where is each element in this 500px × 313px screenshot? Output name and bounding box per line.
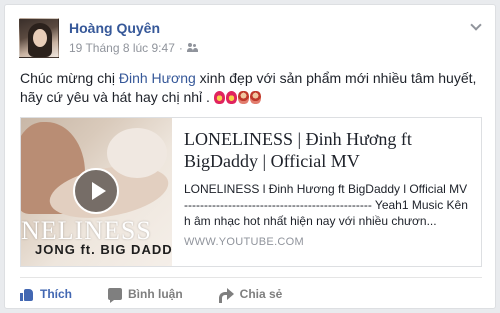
friends-icon[interactable] (186, 43, 199, 53)
chevron-down-icon[interactable] (471, 21, 481, 31)
heart-icon (213, 91, 225, 104)
link-preview-card[interactable]: NELINESS JONG ft. BIG DADDY LONELINESS |… (20, 117, 482, 267)
play-icon[interactable] (73, 168, 119, 214)
comment-label: Bình luận (128, 286, 183, 301)
link-text: LONELINESS | Đinh Hương ft BigDaddy | Of… (184, 128, 472, 229)
girl-icon (237, 91, 249, 104)
post-text: Chúc mừng chị Đinh Hương xinh đẹp với sả… (20, 69, 482, 107)
share-button[interactable]: Chia sẻ (218, 286, 283, 303)
action-bar: Thích Bình luận Chia sẻ (20, 277, 482, 303)
author-name[interactable]: Hoàng Quyên (69, 20, 160, 36)
video-thumbnail[interactable]: NELINESS JONG ft. BIG DADDY (21, 118, 172, 266)
post-meta: 19 Tháng 8 lúc 9:47 · (69, 41, 199, 55)
post-text-before: Chúc mừng chị (20, 70, 119, 86)
comment-icon (108, 287, 122, 303)
link-title[interactable]: LONELINESS | Đinh Hương ft BigDaddy | Of… (184, 128, 472, 172)
post-timestamp[interactable]: 19 Tháng 8 lúc 9:47 (69, 41, 175, 55)
like-label: Thích (40, 286, 72, 301)
avatar-face (33, 29, 47, 47)
post-card: Hoàng Quyên 19 Tháng 8 lúc 9:47 · Chúc m… (4, 4, 496, 309)
girl-icon (249, 91, 261, 104)
share-icon (218, 287, 234, 303)
link-description: LONELINESS l Đinh Hương ft BigDaddy l Of… (184, 182, 468, 228)
like-button[interactable]: Thích (20, 287, 72, 301)
thumbnail-figure (107, 128, 167, 178)
comment-button[interactable]: Bình luận (108, 286, 183, 303)
thumbnail-subtitle: JONG ft. BIG DADDY (35, 242, 172, 257)
meta-separator: · (178, 41, 183, 55)
thumbs-up-icon (20, 287, 34, 301)
share-label: Chia sẻ (239, 286, 283, 301)
link-domain: WWW.YOUTUBE.COM (184, 236, 304, 248)
heart-icon (225, 91, 237, 104)
author-avatar[interactable] (19, 18, 59, 58)
mention-link[interactable]: Đinh Hương (119, 70, 196, 86)
